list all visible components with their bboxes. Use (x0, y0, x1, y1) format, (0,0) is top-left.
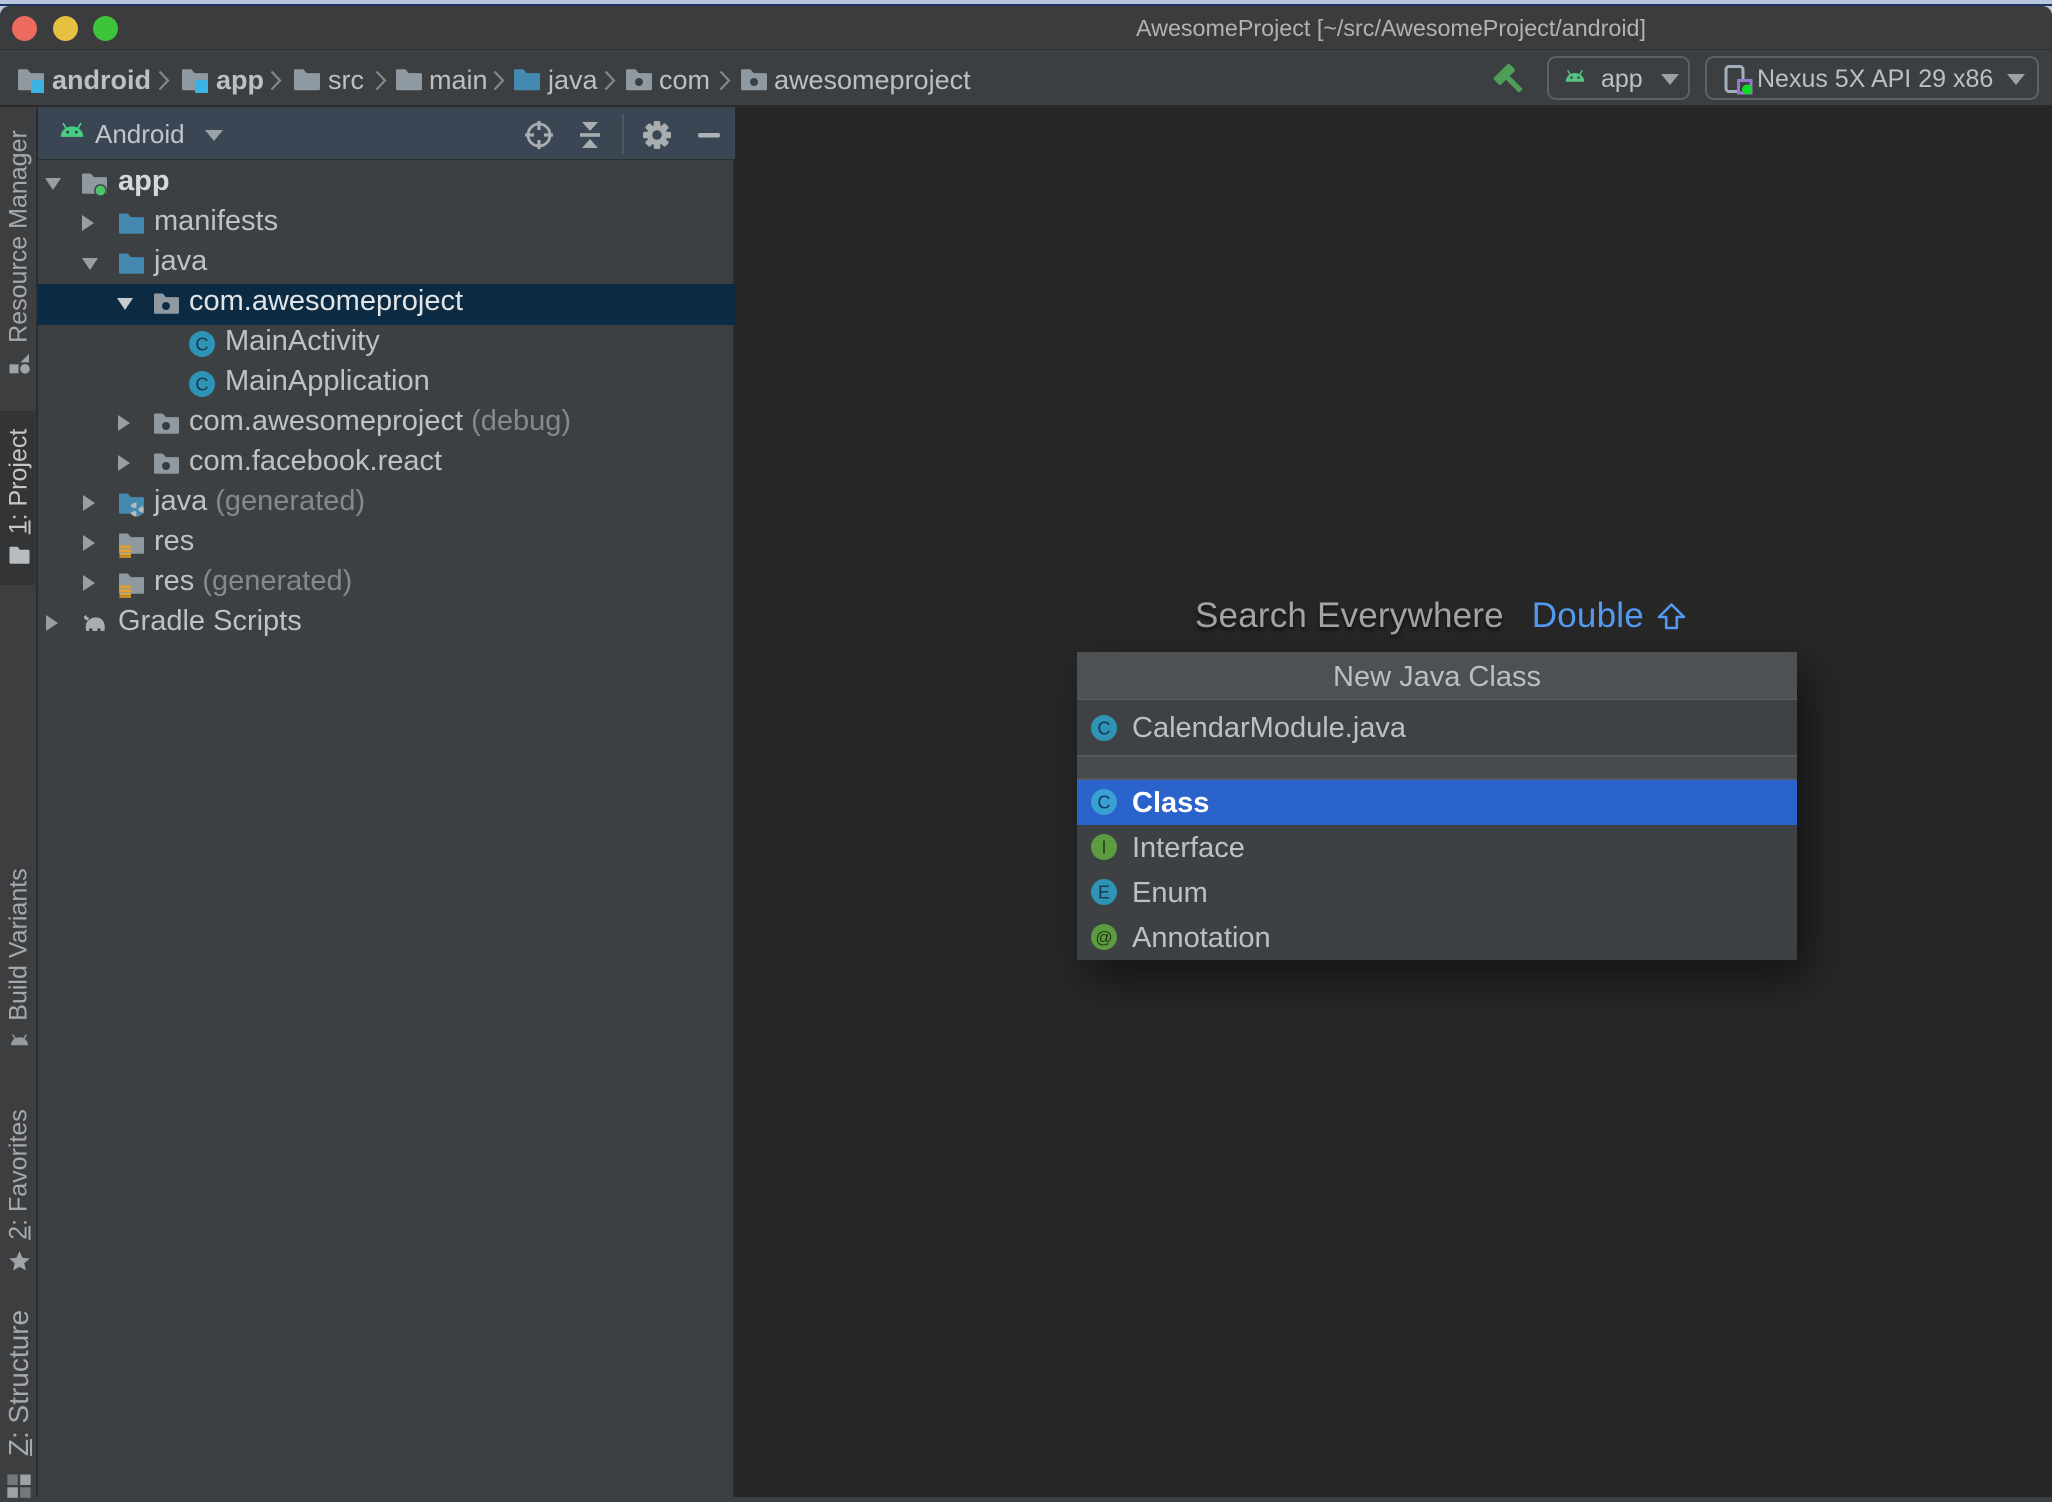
svg-text:C: C (196, 335, 209, 355)
svg-text:E: E (1098, 883, 1110, 903)
svg-text:@: @ (1095, 928, 1112, 947)
svg-text:C: C (1098, 793, 1111, 813)
svg-text:I: I (1101, 838, 1106, 858)
svg-text:C: C (196, 375, 209, 395)
svg-text:C: C (1098, 719, 1111, 739)
